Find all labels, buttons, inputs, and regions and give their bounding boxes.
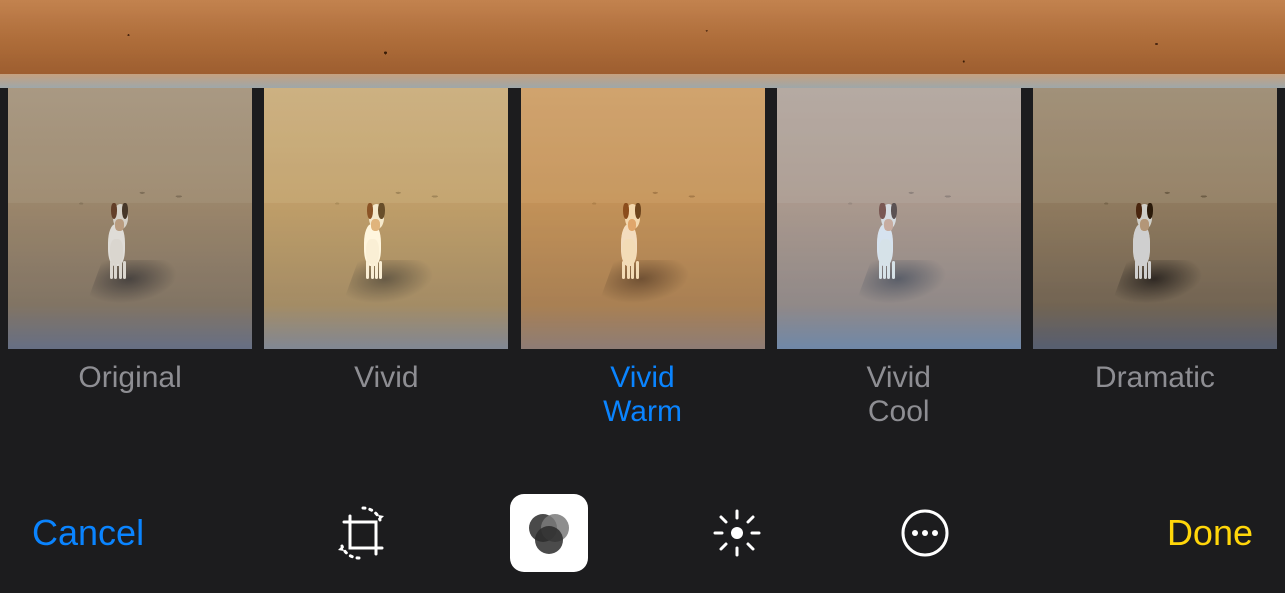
more-button[interactable]	[886, 494, 964, 572]
filter-thumbnail	[521, 88, 765, 349]
filters-button[interactable]	[510, 494, 588, 572]
filter-strip[interactable]: Original Vivid Vivid Warm Vivid Cool Dramati…	[0, 88, 1285, 448]
preview-image-water	[0, 74, 1285, 88]
photo-preview[interactable]	[0, 0, 1285, 88]
filter-thumbnail	[264, 88, 508, 349]
done-button[interactable]: Done	[1167, 512, 1253, 554]
filter-label: Original	[78, 361, 181, 395]
filter-label: Vivid	[354, 361, 418, 395]
filter-option-vivid_cool[interactable]: Vivid Cool	[775, 88, 1023, 429]
filter-thumbnail	[777, 88, 1021, 349]
filter-label: Vivid Warm	[603, 361, 682, 429]
more-icon	[898, 506, 952, 560]
adjust-button[interactable]	[698, 494, 776, 572]
crop-rotate-icon	[330, 502, 392, 564]
crop-rotate-button[interactable]	[322, 494, 400, 572]
edit-toolbar: Cancel	[0, 473, 1285, 593]
filter-option-dramatic[interactable]: Dramatic	[1031, 88, 1279, 395]
filter-option-original[interactable]: Original	[6, 88, 254, 395]
filter-thumbnail	[8, 88, 252, 349]
filters-icon	[520, 504, 578, 562]
filter-option-vivid_warm[interactable]: Vivid Warm	[518, 88, 766, 429]
adjust-icon	[708, 504, 766, 562]
filter-label: Vivid Cool	[866, 361, 930, 429]
toolbar-center	[192, 494, 1093, 572]
filter-label: Dramatic	[1095, 361, 1215, 395]
cancel-button[interactable]: Cancel	[32, 512, 144, 554]
filter-option-vivid[interactable]: Vivid	[262, 88, 510, 395]
filter-thumbnail	[1033, 88, 1277, 349]
